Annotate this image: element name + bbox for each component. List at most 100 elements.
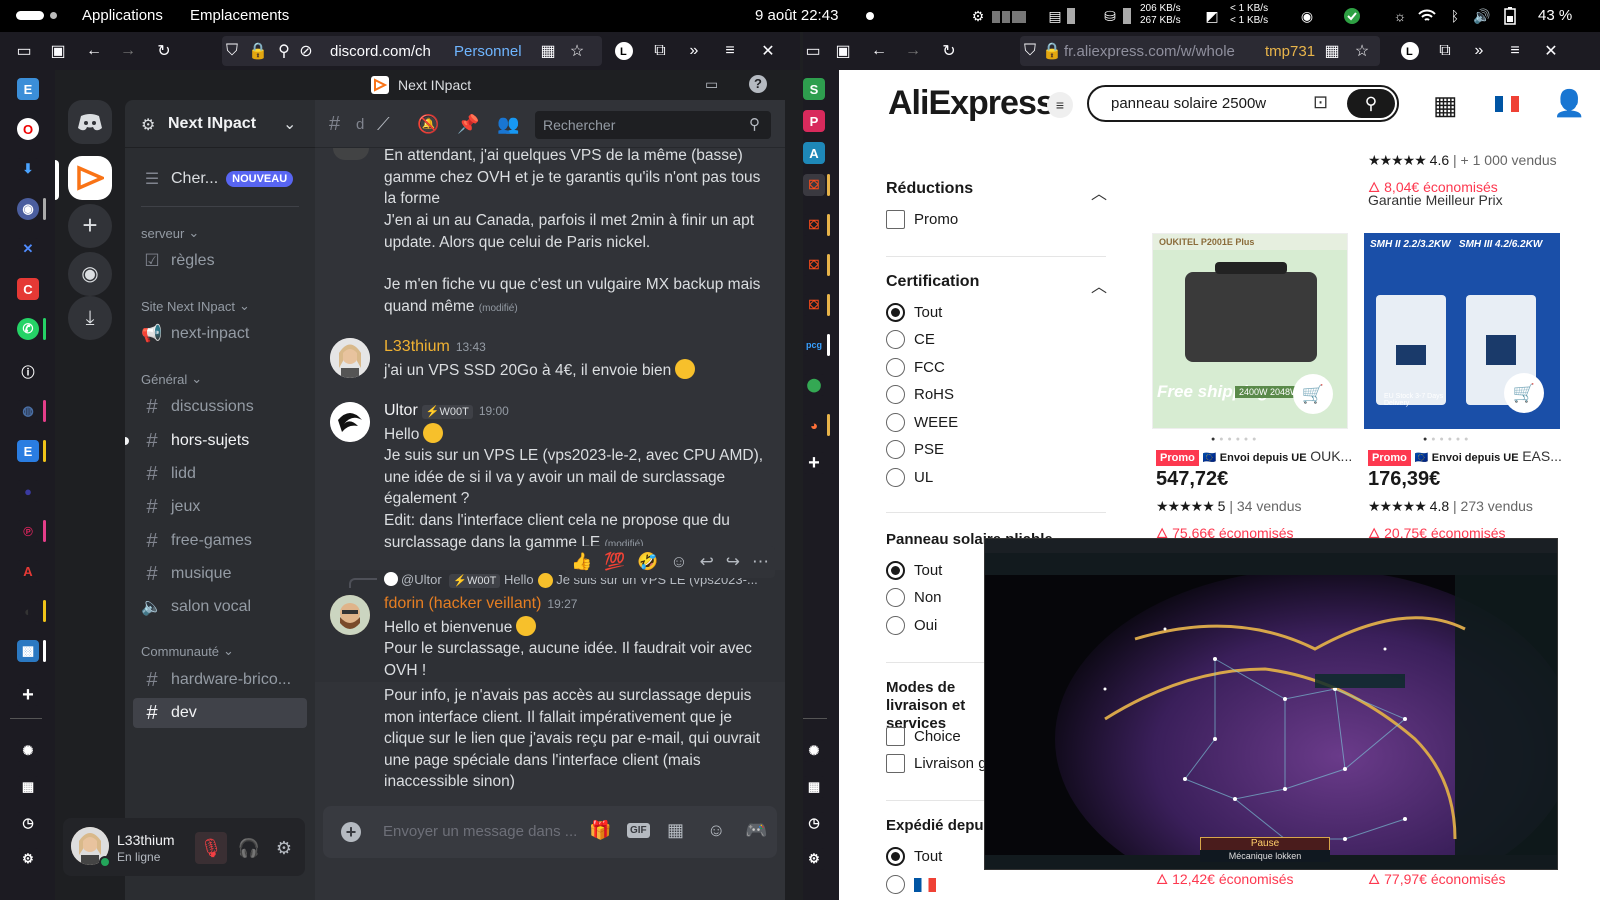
settings-icon[interactable]: ⚙: [17, 848, 39, 870]
radio[interactable]: [886, 358, 905, 377]
image-search-icon[interactable]: ⊡: [1313, 92, 1328, 113]
cert-option[interactable]: PSE: [886, 440, 944, 459]
battery-icon[interactable]: [1500, 6, 1520, 26]
search-input[interactable]: Rechercher ⚲: [535, 111, 771, 139]
reply-icon[interactable]: ↩: [700, 552, 714, 572]
bookmark-star-icon[interactable]: ☆: [1352, 41, 1372, 61]
thumbs-up-reaction-icon[interactable]: 👍: [571, 552, 592, 572]
new-tab-icon[interactable]: +: [803, 452, 825, 474]
history-icon[interactable]: ◷: [803, 812, 825, 834]
menu-icon[interactable]: ≡: [1505, 41, 1525, 61]
headphones-icon[interactable]: 🎧: [233, 832, 265, 864]
extensions-icon[interactable]: ⧉: [1435, 41, 1455, 61]
sidebar-toggle-icon[interactable]: ▭: [803, 41, 823, 61]
cert-option[interactable]: CE: [886, 330, 935, 349]
shield-icon[interactable]: ⛉: [1020, 41, 1040, 61]
emoji-icon[interactable]: ☺: [707, 820, 725, 841]
add-server-icon[interactable]: +: [68, 204, 112, 248]
carousel-dots[interactable]: ●●●●●●: [1423, 436, 1472, 443]
cert-option[interactable]: Tout: [886, 303, 942, 322]
tab-c-icon[interactable]: C: [17, 278, 39, 300]
channel-dev[interactable]: # dev: [133, 698, 307, 728]
gif-button[interactable]: GIF: [627, 823, 650, 838]
radio[interactable]: [886, 588, 905, 607]
tab-a-icon[interactable]: A: [17, 560, 39, 582]
tab-chat-icon[interactable]: ▩: [17, 640, 39, 662]
firefox-icon[interactable]: ◕: [803, 414, 825, 436]
channel-salon-vocal[interactable]: 🔈 salon vocal: [133, 592, 307, 622]
discord-home-icon[interactable]: [68, 100, 112, 144]
reload-icon[interactable]: ↻: [154, 41, 174, 61]
tab-opera-icon[interactable]: O: [17, 118, 39, 140]
add-to-cart-icon[interactable]: 🛒: [1504, 373, 1544, 413]
tab-pcg-icon[interactable]: pcg: [803, 334, 825, 356]
grid-icon[interactable]: ▦: [1322, 41, 1342, 61]
filter-certification-title[interactable]: Certification: [886, 273, 979, 291]
url-bar-right[interactable]: ⛉ 🔒 fr.aliexpress.com/w/whole tmp731 ▦ ☆: [1020, 36, 1380, 66]
qr-code-icon[interactable]: ▦: [1433, 90, 1458, 121]
sticker-icon[interactable]: ▦: [667, 820, 684, 841]
radio[interactable]: [886, 385, 905, 404]
filter-reductions-title[interactable]: Réductions: [886, 180, 973, 198]
chatgpt-icon[interactable]: ✺: [17, 740, 39, 762]
forward-icon[interactable]: →: [118, 41, 138, 61]
server-next-inpact-icon[interactable]: [68, 156, 112, 200]
maps-icon[interactable]: ⬤: [803, 374, 825, 396]
avatar[interactable]: [330, 402, 370, 442]
mute-mic-icon[interactable]: 🎙: [195, 832, 227, 864]
menu-icon[interactable]: ≡: [1047, 92, 1073, 118]
chevron-up-icon[interactable]: ︿: [1091, 180, 1107, 204]
chevron-up-icon[interactable]: ︿: [1091, 273, 1107, 297]
bookmark-star-icon[interactable]: ☆: [567, 41, 587, 61]
extensions-icon[interactable]: ⧉: [650, 41, 670, 61]
menu-icon[interactable]: ≡: [720, 41, 740, 61]
activities-indicator[interactable]: [16, 11, 44, 20]
save-icon[interactable]: ▦: [17, 776, 39, 798]
container-label[interactable]: tmp731: [1265, 43, 1315, 60]
aliexpress-tab-icon[interactable]: ⛋: [803, 174, 825, 196]
tabs-icon[interactable]: ▣: [48, 41, 68, 61]
activities-icon[interactable]: 🎮: [745, 820, 767, 841]
more-options-icon[interactable]: ⋯: [752, 552, 769, 572]
new-tab-icon[interactable]: +: [17, 684, 39, 706]
laugh-reaction-icon[interactable]: 🤣: [637, 552, 658, 572]
browse-channels[interactable]: ☰ Cher... NOUVEAU: [133, 164, 307, 194]
cert-option[interactable]: UL: [886, 468, 933, 487]
reload-icon[interactable]: ↻: [939, 41, 959, 61]
category-general[interactable]: Général ⌄: [141, 371, 202, 387]
bluetooth-icon[interactable]: ᛒ: [1445, 6, 1465, 26]
close-icon[interactable]: ✕: [1541, 41, 1561, 61]
threads-icon[interactable]: ⟋: [377, 114, 390, 135]
game-picture-in-picture[interactable]: Pause Mécanique lokken: [984, 538, 1558, 870]
tab-dot-icon[interactable]: ●: [17, 480, 39, 502]
username[interactable]: fdorin (hacker veillant): [384, 595, 541, 612]
account-icon[interactable]: L: [614, 41, 634, 61]
explore-icon[interactable]: ◉: [68, 252, 112, 296]
volume-icon[interactable]: 🔊: [1472, 6, 1492, 26]
radio[interactable]: [886, 330, 905, 349]
whatsapp-icon[interactable]: ✆: [17, 318, 39, 340]
wifi-icon[interactable]: [1417, 6, 1437, 26]
account-icon[interactable]: L: [1400, 41, 1420, 61]
radio[interactable]: [886, 616, 905, 635]
lock-icon[interactable]: 🔒: [248, 41, 268, 61]
expedie-option[interactable]: Tout: [886, 847, 942, 866]
filter-promo[interactable]: Promo: [886, 210, 958, 229]
pin-icon[interactable]: 📌: [457, 114, 479, 135]
server-header[interactable]: ⚙ Next INpact ⌄: [125, 100, 315, 148]
steam-icon[interactable]: ◉: [1297, 6, 1317, 26]
members-icon[interactable]: 👥: [497, 114, 519, 135]
sidebar-toggle-icon[interactable]: ▭: [14, 41, 34, 61]
forward-icon[interactable]: →: [903, 41, 923, 61]
username[interactable]: Ultor: [384, 402, 418, 419]
forward-icon[interactable]: ↪: [726, 552, 740, 572]
checkbox[interactable]: [886, 754, 905, 773]
carousel-dots[interactable]: ●●●●●●: [1211, 436, 1260, 443]
back-icon[interactable]: ←: [84, 41, 104, 61]
close-icon[interactable]: ✕: [758, 41, 778, 61]
more-tools-icon[interactable]: »: [1469, 41, 1489, 61]
expedie-option[interactable]: [886, 875, 936, 894]
checkbox[interactable]: [886, 210, 905, 229]
tab-globe-icon[interactable]: ◍: [17, 400, 39, 422]
tab-p-icon[interactable]: ℗: [17, 520, 39, 542]
